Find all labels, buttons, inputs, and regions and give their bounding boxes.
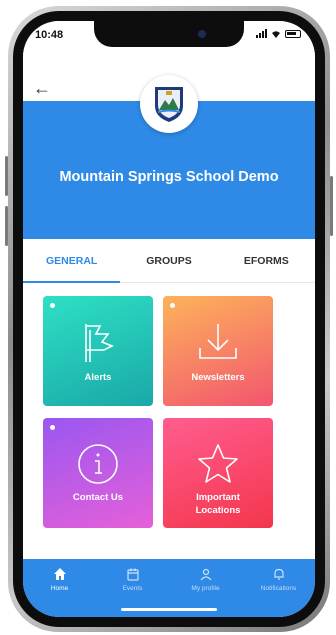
- tile-alerts[interactable]: Alerts: [43, 296, 153, 406]
- phone-bezel: 10:48 ← Mountain Springs School Demo GEN…: [13, 11, 325, 627]
- power-button: [330, 176, 333, 236]
- bell-icon: [273, 568, 284, 580]
- tab-bar: GENERAL GROUPS EFORMS: [23, 239, 315, 283]
- tile-label: Important Locations: [195, 492, 241, 516]
- volume-button: [5, 206, 8, 246]
- tile-important-locations[interactable]: Important Locations: [163, 418, 273, 528]
- school-title: Mountain Springs School Demo: [59, 169, 279, 185]
- nav-home[interactable]: Home: [23, 567, 96, 617]
- tile-newsletters[interactable]: Newsletters: [163, 296, 273, 406]
- nav-label: Events: [122, 585, 143, 592]
- nav-label: My profile: [191, 585, 220, 592]
- tile-label: Alerts: [84, 372, 112, 383]
- wifi-icon: [272, 30, 280, 38]
- unread-dot: [50, 303, 55, 308]
- star-icon: [198, 444, 238, 483]
- tab-general[interactable]: GENERAL: [23, 239, 121, 283]
- nav-notifications[interactable]: Notifications: [242, 567, 315, 617]
- signal-icon: [256, 29, 267, 38]
- home-icon: [53, 568, 66, 580]
- flag-icon: [85, 324, 114, 362]
- camera-icon: [198, 30, 206, 38]
- back-arrow-icon[interactable]: ←: [33, 79, 51, 97]
- info-icon: [78, 444, 118, 484]
- unread-dot: [170, 303, 175, 308]
- nav-label: Home: [50, 585, 69, 592]
- tile-contact-us[interactable]: Contact Us: [43, 418, 153, 528]
- download-icon: [199, 324, 237, 359]
- home-indicator: [121, 608, 217, 611]
- battery-icon: [285, 29, 301, 38]
- unread-dot: [50, 425, 55, 430]
- calendar-icon: [126, 568, 139, 581]
- crest-icon: [155, 87, 183, 122]
- tab-eforms[interactable]: EFORMS: [218, 239, 315, 282]
- app-screen: 10:48 ← Mountain Springs School Demo GEN…: [23, 21, 315, 617]
- bottom-nav: Home Events My profile Notifications: [23, 559, 315, 617]
- status-time: 10:48: [35, 29, 64, 41]
- tile-label: Contact Us: [72, 492, 124, 503]
- tab-groups[interactable]: GROUPS: [120, 239, 217, 282]
- tile-label: Newsletters: [191, 372, 245, 383]
- phone-frame: 10:48 ← Mountain Springs School Demo GEN…: [5, 6, 333, 632]
- volume-button: [5, 156, 8, 196]
- notch: [94, 21, 244, 47]
- profile-icon: [200, 568, 211, 581]
- school-logo: [140, 75, 198, 133]
- nav-label: Notifications: [260, 585, 297, 592]
- status-icons: [256, 29, 301, 38]
